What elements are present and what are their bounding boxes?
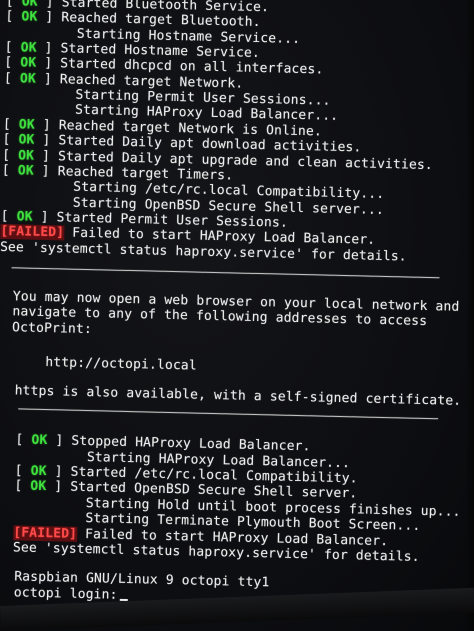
bracket-open: [	[2, 147, 19, 163]
bracket-open: [	[2, 132, 19, 148]
ok-label: OK	[17, 147, 35, 164]
https-note: https is also available, with a self-sig…	[14, 383, 462, 409]
ok-label: OK	[17, 163, 34, 179]
ok-label: OK	[21, 0, 38, 10]
ok-status-tag: [ OK ]	[5, 9, 61, 25]
bracket-open: [	[14, 463, 31, 479]
bracket-close: ]	[35, 71, 61, 88]
octoprint-url: http://octopi.local	[45, 355, 198, 374]
bracket-close: ]	[36, 40, 61, 57]
ok-status-tag: [ OK ]	[3, 117, 59, 133]
separator-line	[11, 267, 440, 279]
ok-label: OK	[19, 71, 37, 87]
bracket-close: ]	[32, 209, 57, 226]
ok-label: OK	[31, 433, 48, 449]
bracket-close: ]	[33, 148, 59, 164]
monitor-bezel-right	[466, 0, 474, 631]
failed-label: [FAILED]	[0, 224, 65, 241]
bracket-close: ]	[34, 117, 59, 134]
bracket-open: [	[0, 208, 17, 225]
bracket-open: [	[3, 70, 21, 87]
ok-label: OK	[18, 132, 35, 148]
ok-status-tag: [ OK ]	[14, 479, 70, 495]
bracket-open: [	[4, 40, 21, 56]
bracket-open: [	[1, 162, 18, 179]
ok-label: OK	[30, 479, 47, 495]
ok-label: OK	[16, 209, 33, 225]
bracket-open: [	[5, 0, 22, 10]
bracket-open: [	[5, 9, 22, 25]
failed-label: [FAILED]	[13, 524, 78, 542]
bracket-open: [	[15, 432, 32, 449]
ok-label: OK	[30, 463, 47, 480]
ok-status-tag: [ OK ]	[1, 209, 57, 225]
bracket-close: ]	[46, 464, 71, 480]
bracket-open: [	[14, 478, 31, 495]
bracket-close: ]	[37, 10, 62, 26]
ok-label: OK	[20, 55, 37, 72]
ok-status-tag: [ OK ]	[4, 55, 60, 71]
console-output: [ OK ] Started Bluetooth Service.[ OK ] …	[0, 0, 474, 602]
login-prompt: octopi login:	[13, 584, 118, 603]
bracket-close: ]	[46, 479, 71, 496]
ok-status-tag: [ OK ]	[2, 147, 58, 163]
bracket-close: ]	[33, 163, 58, 180]
failed-status-tag: [FAILED]	[13, 524, 85, 542]
banner-text: OctoPrint:	[11, 319, 93, 337]
terminal-screen: [ OK ] Started Bluetooth Service.[ OK ] …	[0, 0, 474, 631]
ok-label: OK	[21, 9, 38, 26]
ok-label: OK	[20, 40, 37, 56]
bracket-close: ]	[47, 433, 72, 450]
ok-status-tag: [ OK ]	[4, 71, 60, 87]
ok-status-tag: [ OK ]	[2, 163, 58, 179]
bracket-open: [	[2, 116, 20, 133]
bracket-close: ]	[36, 56, 61, 72]
ok-status-tag: [ OK ]	[2, 132, 58, 148]
bracket-open: [	[4, 55, 21, 71]
bracket-close: ]	[37, 0, 62, 11]
failed-status-tag: [FAILED]	[0, 224, 72, 241]
login-prompt-line: octopi login:	[14, 585, 128, 603]
ok-status-tag: [ OK ]	[15, 433, 71, 449]
separator-line	[18, 408, 439, 420]
ok-status-tag: [ OK ]	[5, 40, 61, 56]
ok-label: OK	[18, 117, 36, 133]
ok-status-tag: [ OK ]	[15, 463, 71, 479]
bracket-close: ]	[34, 132, 59, 149]
